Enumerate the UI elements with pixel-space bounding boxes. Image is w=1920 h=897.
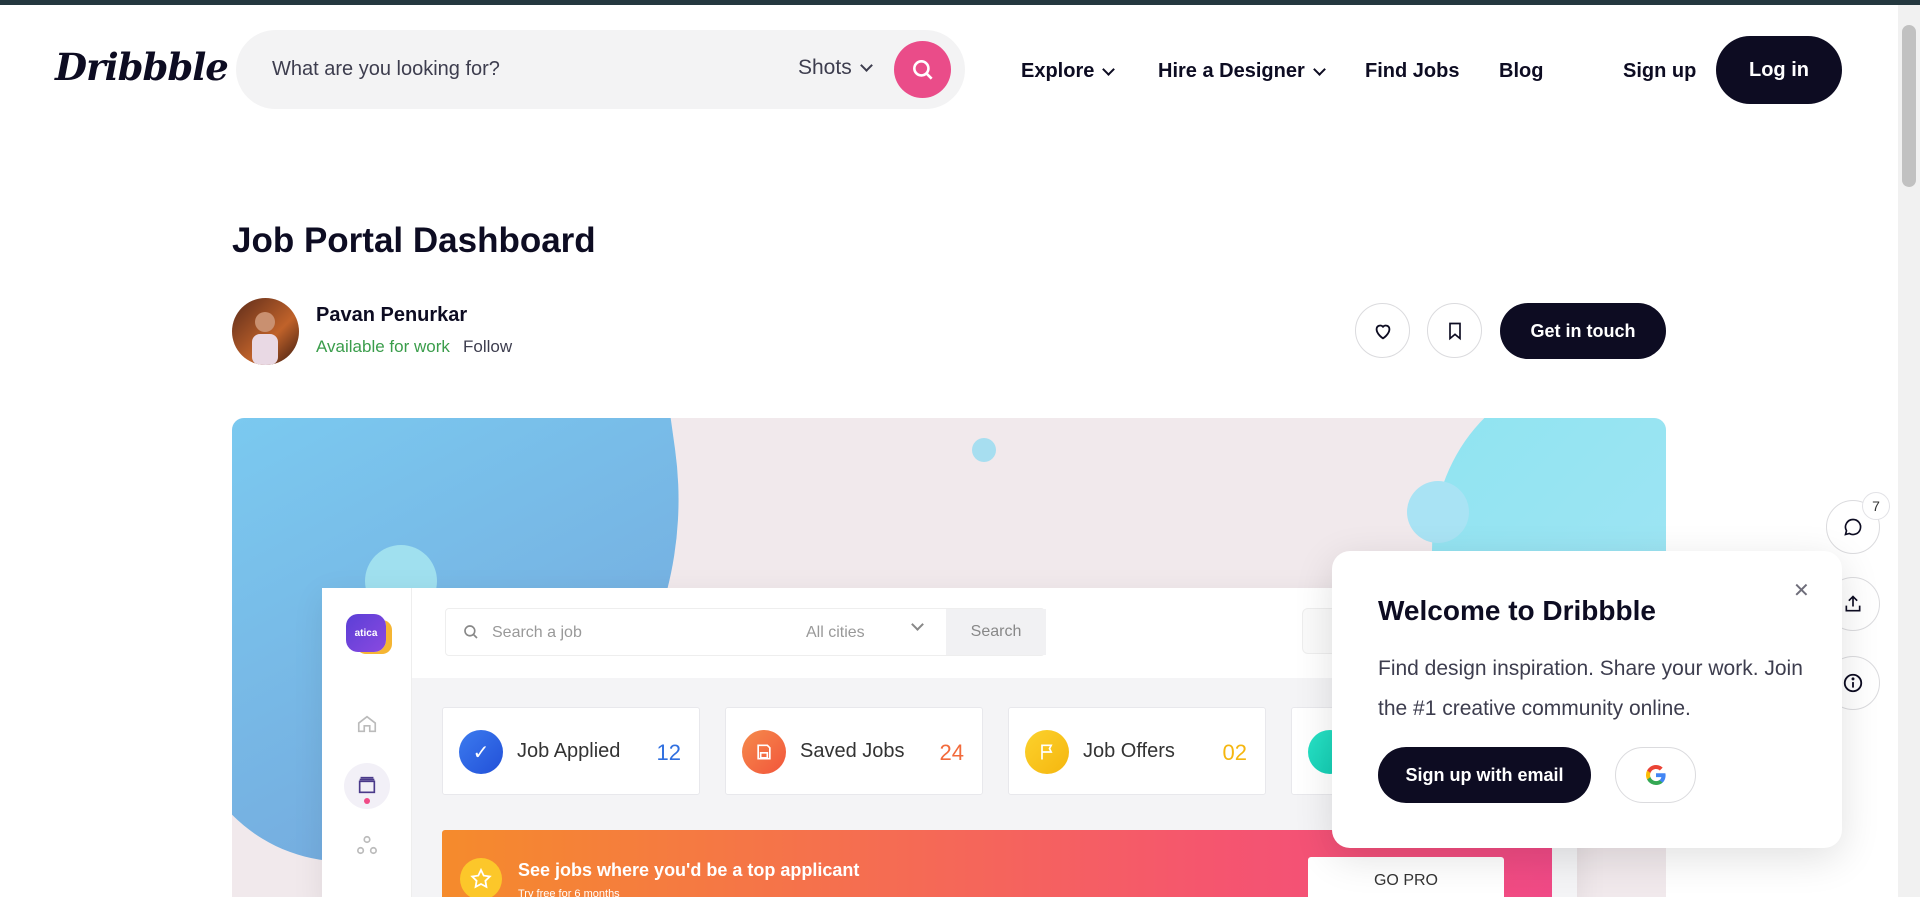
atica-logo: atica (346, 614, 386, 652)
save-button[interactable] (1427, 303, 1482, 358)
nav-find-jobs[interactable]: Find Jobs (1365, 60, 1459, 83)
stat-value: 12 (656, 740, 681, 765)
shot-title: Job Portal Dashboard (232, 221, 596, 260)
search-input[interactable] (272, 52, 772, 86)
decorative-bubble (1407, 481, 1469, 543)
banner-subtitle: Try free for 6 months (518, 888, 620, 897)
chevron-down-icon (1312, 62, 1326, 76)
network-icon (357, 835, 377, 855)
mockup-search-button: Search (946, 609, 1046, 655)
modal-title: Welcome to Dribbble (1378, 595, 1656, 626)
decorative-bubble (972, 438, 996, 462)
nav-hire-designer[interactable]: Hire a Designer (1158, 60, 1326, 83)
signup-link[interactable]: Sign up (1623, 60, 1696, 83)
like-button[interactable] (1355, 303, 1410, 358)
star-icon (460, 858, 502, 897)
avatar[interactable] (232, 298, 299, 365)
availability-status: Available for work (316, 337, 450, 356)
stat-card-job-applied: ✓ Job Applied 12 (442, 707, 700, 795)
scrollbar-thumb[interactable] (1902, 25, 1916, 187)
stat-card-saved-jobs: Saved Jobs 24 (725, 707, 983, 795)
chevron-down-icon (911, 618, 924, 631)
heart-icon (1375, 324, 1390, 339)
comment-icon (1844, 518, 1862, 536)
mockup-city-select: All cities (806, 624, 865, 641)
nav-blog[interactable]: Blog (1499, 60, 1543, 83)
save-icon (742, 730, 786, 774)
search-button[interactable] (894, 41, 951, 98)
mockup-search-placeholder: Search a job (492, 624, 582, 641)
signup-email-button[interactable]: Sign up with email (1378, 747, 1591, 803)
stat-label: Job Applied (517, 740, 621, 762)
dribbble-logo[interactable]: Dribbble (55, 45, 229, 89)
active-dot (364, 798, 370, 804)
flag-icon (1025, 730, 1069, 774)
briefcase-icon (358, 776, 376, 794)
search-category-label: Shots (798, 56, 852, 79)
bookmark-icon (1448, 322, 1461, 340)
author-name[interactable]: Pavan Penurkar (316, 304, 467, 327)
go-pro-button: GO PRO (1308, 857, 1504, 897)
nav-explore[interactable]: Explore (1021, 60, 1116, 83)
mockup-search-bar: Search a job All cities Search (445, 608, 1046, 656)
stat-label: Job Offers (1083, 740, 1175, 762)
search-bar: Shots (236, 30, 965, 109)
scrollbar[interactable] (1898, 5, 1920, 897)
check-icon: ✓ (459, 730, 503, 774)
avatar-image (252, 312, 278, 365)
stat-card-job-offers: Job Offers 02 (1008, 707, 1266, 795)
chevron-down-icon (1102, 62, 1116, 76)
comment-count-badge: 7 (1862, 492, 1890, 520)
follow-link[interactable]: Follow (463, 337, 512, 357)
share-icon (1845, 595, 1861, 612)
login-button[interactable]: Log in (1716, 36, 1842, 104)
get-in-touch-button[interactable]: Get in touch (1500, 303, 1666, 359)
home-icon (357, 715, 377, 733)
stat-label: Saved Jobs (800, 740, 905, 762)
modal-text: Find design inspiration. Share your work… (1378, 657, 1803, 720)
stat-value: 24 (939, 740, 964, 765)
site-header: Dribbble Shots Explore Hire a Designer F… (0, 5, 1898, 133)
nav-explore-label: Explore (1021, 60, 1095, 82)
banner-title: See jobs where you'd be a top applicant (518, 860, 860, 880)
welcome-modal: ✕ Welcome to Dribbble Find design inspir… (1332, 551, 1842, 848)
mockup-sidebar: atica (322, 588, 412, 897)
nav-hire-designer-label: Hire a Designer (1158, 60, 1305, 82)
stat-value: 02 (1222, 740, 1247, 765)
info-icon (1843, 673, 1863, 693)
close-icon[interactable]: ✕ (1793, 578, 1810, 603)
search-category-dropdown[interactable]: Shots (798, 56, 873, 80)
google-signin-button[interactable] (1615, 747, 1696, 803)
search-icon (464, 625, 478, 639)
google-icon (1645, 765, 1666, 785)
chevron-down-icon (859, 59, 873, 72)
search-icon (912, 59, 933, 80)
